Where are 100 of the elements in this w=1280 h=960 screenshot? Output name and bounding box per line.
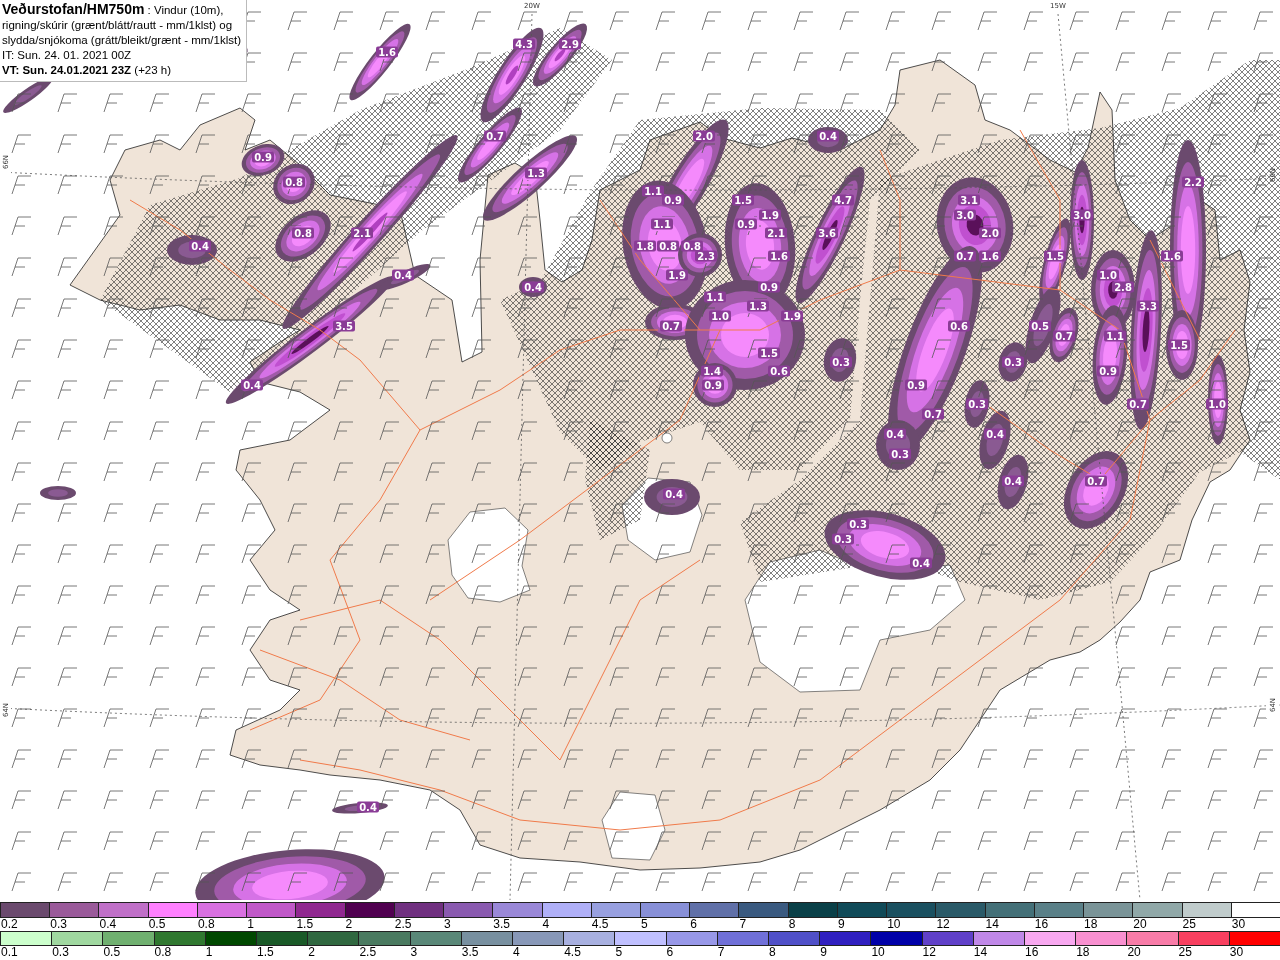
precipitation-value: 0.4 [817, 130, 839, 142]
precipitation-value: 1.5 [732, 194, 754, 206]
legend-value: 0.8 [153, 946, 172, 959]
map-description: Veðurstofan/HM750m : Vindur (10m), rigning/skúrir (grænt/blátt/rautt - mm/1klst) og slydda/snjókoma (grátt/bleikt/grænt - mm/1klst) [2, 2, 242, 48]
precipitation-value: 0.3 [830, 356, 852, 368]
legend-value: 4.5 [590, 918, 609, 931]
precipitation-value: 1.6 [979, 250, 1001, 262]
precipitation-value: 0.3 [832, 533, 854, 545]
legend-value: 3.5 [492, 918, 510, 931]
legend-value: 6 [665, 946, 674, 959]
precipitation-value: 0.6 [768, 365, 790, 377]
precipitation-value: 1.1 [651, 218, 673, 230]
legend-value: 14 [984, 918, 999, 931]
precipitation-value: 2.1 [765, 227, 787, 239]
legend-value: 16 [1033, 918, 1049, 931]
legend-value: 18 [1083, 918, 1098, 931]
precipitation-value: 1.1 [704, 291, 726, 303]
precipitation-value: 1.6 [768, 250, 790, 262]
precipitation-value: 0.8 [283, 176, 305, 188]
precipitation-value: 1.0 [1206, 398, 1228, 410]
precipitation-value: 0.4 [663, 488, 685, 500]
precipitation-value: 0.7 [922, 408, 944, 420]
legend-value: 7 [716, 946, 725, 959]
legend-value: 4 [541, 918, 550, 931]
precipitation-value: 0.7 [1085, 475, 1107, 487]
precipitation-value: 3.1 [958, 194, 980, 206]
legend-value: 7 [738, 918, 747, 931]
precipitation-value: 0.4 [241, 379, 263, 391]
precipitation-value: 1.6 [376, 46, 398, 58]
precipitation-value: 0.7 [660, 320, 682, 332]
legend-value: 3.5 [460, 946, 479, 959]
legend-value: 0.5 [102, 946, 121, 959]
precipitation-value: 0.3 [847, 518, 869, 530]
legend-value: 6 [689, 918, 697, 931]
legend-value: 1.5 [256, 946, 274, 959]
legend-value: 0.1 [0, 946, 18, 959]
precipitation-value: 1.4 [701, 365, 723, 377]
precipitation-value: 0.4 [522, 281, 544, 293]
legend-value: 10 [870, 946, 885, 959]
precipitation-value: 4.3 [513, 38, 535, 50]
precipitation-value: 1.6 [1161, 250, 1183, 262]
precipitation-value: 0.9 [702, 379, 724, 391]
legend-value: 1 [246, 918, 254, 931]
precipitation-value: 3.5 [333, 320, 355, 332]
precipitation-value: 0.7 [1127, 398, 1149, 410]
precipitation-value: 1.5 [1044, 250, 1066, 262]
legend-value: 8 [768, 946, 776, 959]
legend-value: 30 [1230, 918, 1246, 931]
legend-value: 2 [344, 918, 353, 931]
precipitation-value: 0.7 [484, 130, 506, 142]
precipitation-value: 0.8 [292, 227, 314, 239]
precipitation-value: 2.0 [693, 130, 715, 142]
precipitation-value: 1.1 [642, 185, 664, 197]
precipitation-value: 0.4 [392, 269, 414, 281]
precipitation-value: 2.2 [1182, 176, 1204, 188]
legend-value: 14 [972, 946, 988, 959]
valid-time: VT: Sun. 24.01.2021 23Z (+23 h) [2, 63, 173, 78]
legend-value: 2.5 [358, 946, 377, 959]
legend-value: 25 [1177, 946, 1192, 959]
legend-value: 4 [512, 946, 520, 959]
precipitation-value: 2.1 [351, 227, 373, 239]
legend-value: 0.2 [0, 918, 18, 931]
legend-value: 3 [443, 918, 451, 931]
precipitation-value: 0.3 [1002, 356, 1024, 368]
legend-value: 0.8 [196, 918, 215, 931]
legend-value: 5 [614, 946, 623, 959]
legend-value: 18 [1075, 946, 1090, 959]
precipitation-value: 0.4 [910, 557, 932, 569]
precipitation-value: 2.0 [979, 227, 1001, 239]
precipitation-value: 3.6 [816, 227, 838, 239]
legend-value: 0.5 [147, 918, 166, 931]
precipitation-value: 0.5 [1029, 320, 1051, 332]
precipitation-value: 0.4 [984, 428, 1006, 440]
precipitation-value: 0.4 [189, 240, 211, 252]
precipitation-value: 2.9 [559, 38, 581, 50]
legend-value: 0.4 [98, 918, 117, 931]
precipitation-value: 1.9 [666, 269, 688, 281]
precipitation-value: 2.3 [695, 250, 717, 262]
precipitation-value: 1.5 [758, 347, 780, 359]
precipitation-value: 0.8 [681, 240, 703, 252]
precipitation-value: 1.3 [747, 300, 769, 312]
legend-value: 0.3 [51, 946, 69, 959]
legend-value: 12 [921, 946, 936, 959]
precipitation-value: 3.3 [1137, 300, 1159, 312]
precipitation-value: 0.6 [948, 320, 970, 332]
legend-value: 12 [935, 918, 950, 931]
precipitation-value: 0.9 [758, 281, 780, 293]
legend-value: 2 [307, 946, 315, 959]
precipitation-value: 0.7 [1053, 330, 1075, 342]
legend-value: 20 [1132, 918, 1147, 931]
legend-value: 9 [819, 946, 827, 959]
precipitation-value: 0.4 [357, 801, 379, 813]
precipitation-value: 1.3 [525, 167, 547, 179]
precipitation-value: 0.9 [735, 218, 757, 230]
precipitation-value: 1.5 [1168, 339, 1190, 351]
precipitation-value: 0.9 [905, 379, 927, 391]
precipitation-value: 0.9 [662, 194, 684, 206]
legend-value: 5 [640, 918, 648, 931]
precipitation-value: 0.9 [1097, 365, 1119, 377]
precipitation-value: 1.1 [1104, 330, 1126, 342]
